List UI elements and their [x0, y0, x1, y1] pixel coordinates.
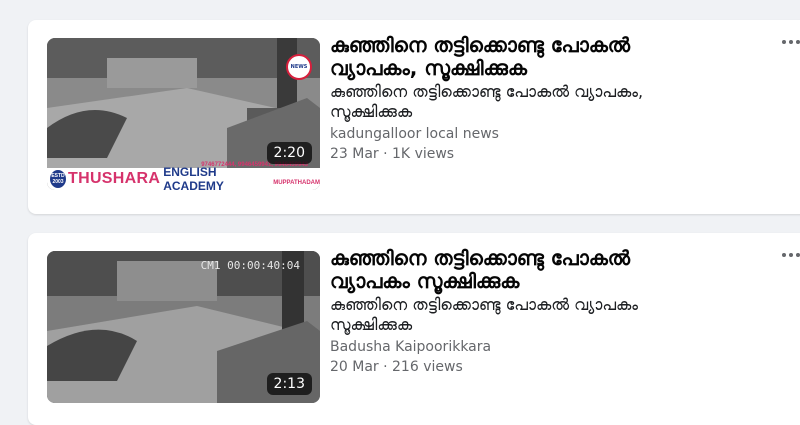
video-source[interactable]: Badusha Kaipoorikkara — [330, 339, 710, 355]
video-info: കുഞ്ഞിനെ തട്ടിക്കൊണ്ടു പോകൽ വ്യാപകം സൂക്… — [330, 247, 710, 376]
video-title[interactable]: കുഞ്ഞിനെ തട്ടിക്കൊണ്ടു പോകൽ വ്യാപകം, സൂക… — [330, 34, 710, 80]
more-dots-icon[interactable] — [782, 40, 800, 44]
camera-timestamp: CM1 00:00:40:04 — [200, 259, 300, 272]
video-description: കുഞ്ഞിനെ തട്ടിക്കൊണ്ടു പോകൽ വ്യാപകം സൂക്… — [330, 295, 638, 334]
badge-text: NEWS — [290, 64, 308, 70]
video-duration: 2:20 — [266, 142, 312, 164]
banner-place: MUPPATHADAM — [273, 180, 320, 186]
banner-brand-main: THUSHARA — [68, 170, 161, 187]
video-duration: 2:13 — [266, 373, 312, 395]
channel-logo-badge: NEWS — [286, 54, 312, 80]
video-meta: 23 Mar · 1K views — [330, 146, 455, 162]
estd-badge: ESTD 2003 — [50, 170, 67, 188]
video-source[interactable]: kadungalloor local news — [330, 126, 710, 142]
video-thumbnail[interactable]: NEWS ESTD 2003 THUSHARA ENGLISH ACADEMY … — [47, 38, 320, 190]
video-thumbnail[interactable]: CM1 00:00:40:04 2:13 — [47, 251, 320, 403]
video-card[interactable]: CM1 00:00:40:04 2:13 കുഞ്ഞിനെ തട്ടിക്കൊണ… — [28, 233, 800, 425]
video-card[interactable]: NEWS ESTD 2003 THUSHARA ENGLISH ACADEMY … — [28, 20, 800, 214]
video-meta: 20 Mar · 216 views — [330, 359, 463, 375]
banner-brand-sub: ENGLISH ACADEMY — [163, 165, 224, 190]
video-info: കുഞ്ഞിനെ തട്ടിക്കൊണ്ടു പോകൽ വ്യാപകം, സൂക… — [330, 34, 710, 163]
video-title[interactable]: കുഞ്ഞിനെ തട്ടിക്കൊണ്ടു പോകൽ വ്യാപകം സൂക്… — [330, 247, 710, 293]
sponsor-banner: ESTD 2003 THUSHARA ENGLISH ACADEMY MUPPA… — [47, 162, 320, 190]
more-dots-icon[interactable] — [782, 253, 800, 257]
video-description: കുഞ്ഞിനെ തട്ടിക്കൊണ്ടു പോകൽ വ്യാപകം, സൂക… — [330, 82, 644, 121]
